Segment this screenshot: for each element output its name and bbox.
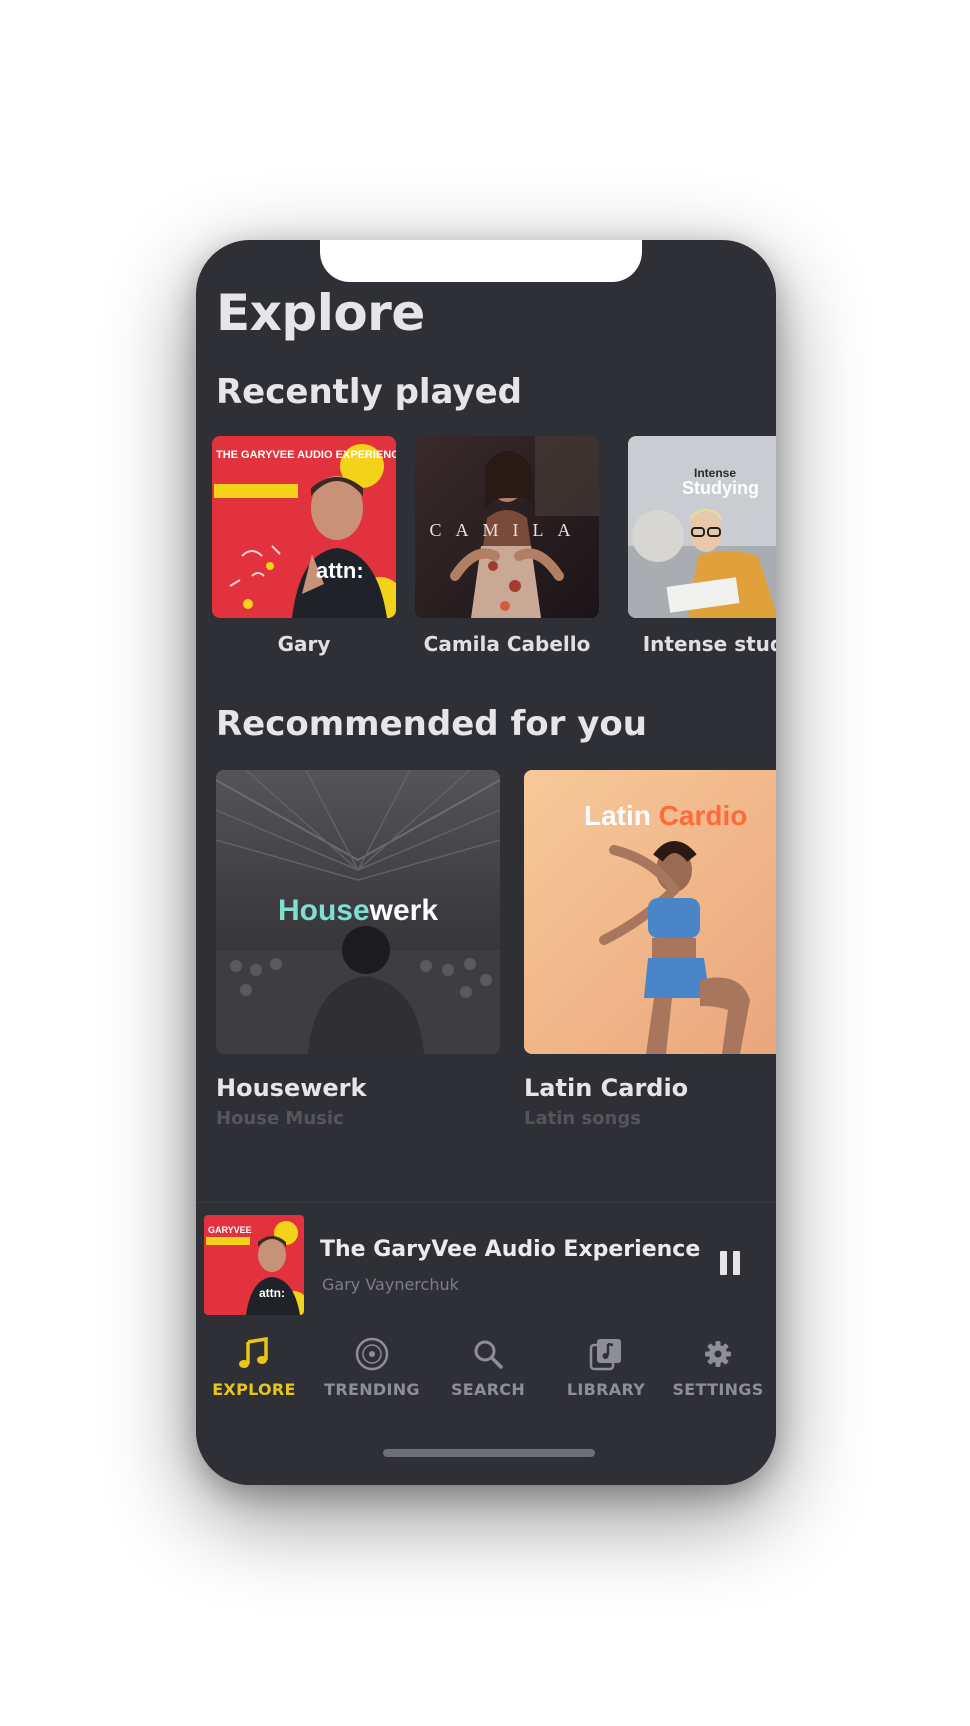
camila-cover-art: CAMILA (415, 436, 599, 618)
stage: Explore Recently played THE GARYVEE AUDI… (0, 0, 970, 1726)
bottom-tab-bar: EXPLORE TRENDING SEARCH LIBRARY SETTINGS (196, 1322, 776, 1485)
recommended-card-subtitle: House Music (216, 1108, 344, 1129)
tab-label: SETTINGS (672, 1380, 764, 1399)
recommended-row[interactable]: Housewerk Housewerk House Music Latin Ca… (196, 770, 776, 1150)
recent-card-intense-study[interactable]: Intense Studying Intense study (628, 436, 776, 656)
gear-icon (705, 1341, 731, 1367)
phone-frame: Explore Recently played THE GARYVEE AUDI… (196, 240, 776, 1485)
now-playing-cover-art: attn: GARYVEE (204, 1215, 304, 1315)
svg-text:attn:: attn: (259, 1286, 285, 1300)
gary-shirt-text: attn: (316, 558, 364, 583)
tab-search[interactable]: SEARCH (430, 1336, 546, 1399)
page-title: Explore (216, 284, 425, 342)
library-icon (589, 1339, 621, 1371)
recommended-card-latin-cardio[interactable]: Latin Cardio Latin Cardio Latin songs (524, 770, 776, 1129)
camila-cover-text: CAMILA (429, 520, 585, 540)
recent-card-gary[interactable]: THE GARYVEE AUDIO EXPERIENCE attn: Gary (212, 436, 396, 656)
recent-card-label: Camila Cabello (423, 632, 591, 656)
latin-cardio-cover-text: Latin Cardio (584, 800, 748, 831)
recently-played-heading: Recently played (216, 372, 523, 412)
pause-button[interactable] (718, 1247, 744, 1277)
now-playing-title: The GaryVee Audio Experience (320, 1237, 701, 1262)
explore-scroll-area[interactable]: Explore Recently played THE GARYVEE AUDI… (196, 240, 776, 1200)
housewerk-cover-art: Housewerk (216, 770, 500, 1054)
now-playing-bar[interactable]: attn: GARYVEE The GaryVee Audio Experien… (196, 1202, 776, 1323)
home-indicator[interactable] (383, 1449, 595, 1457)
gary-cover-art: THE GARYVEE AUDIO EXPERIENCE attn: (212, 436, 396, 618)
recommended-heading: Recommended for you (216, 704, 647, 744)
music-note-icon (239, 1336, 268, 1368)
latin-cardio-cover-art: Latin Cardio (524, 770, 776, 1054)
recommended-card-title: Housewerk (216, 1074, 367, 1102)
now-playing-artist: Gary Vaynerchuk (322, 1275, 459, 1294)
recent-card-camila-cabello[interactable]: CAMILA Camila Cabello (415, 436, 599, 656)
recommended-card-housewerk[interactable]: Housewerk Housewerk House Music (216, 770, 500, 1129)
recommended-card-title: Latin Cardio (524, 1074, 689, 1102)
tab-explore[interactable]: EXPLORE (196, 1336, 312, 1399)
recently-played-row[interactable]: THE GARYVEE AUDIO EXPERIENCE attn: Gary (196, 436, 776, 656)
tab-library[interactable]: LIBRARY (548, 1336, 664, 1399)
pause-icon (720, 1251, 727, 1275)
intense-study-cover-art: Intense Studying (628, 436, 776, 618)
search-icon (474, 1340, 503, 1369)
gary-cover-text: THE GARYVEE AUDIO EXPERIENCE (216, 449, 396, 461)
tab-trending[interactable]: TRENDING (314, 1336, 430, 1399)
tab-label: EXPLORE (212, 1380, 296, 1399)
recent-card-label: Intense study (642, 632, 776, 656)
tab-settings[interactable]: SETTINGS (660, 1336, 776, 1399)
tab-label: SEARCH (450, 1380, 526, 1399)
tab-label: LIBRARY (566, 1380, 646, 1399)
housewerk-cover-text: Housewerk (277, 894, 439, 927)
recommended-card-subtitle: Latin songs (524, 1108, 641, 1129)
tab-label: TRENDING (324, 1380, 420, 1399)
phone-notch (320, 240, 642, 282)
recent-card-label: Gary (277, 632, 331, 656)
studying-cover-text: Studying (682, 478, 759, 498)
disc-icon (355, 1337, 389, 1371)
svg-text:GARYVEE: GARYVEE (208, 1225, 252, 1235)
